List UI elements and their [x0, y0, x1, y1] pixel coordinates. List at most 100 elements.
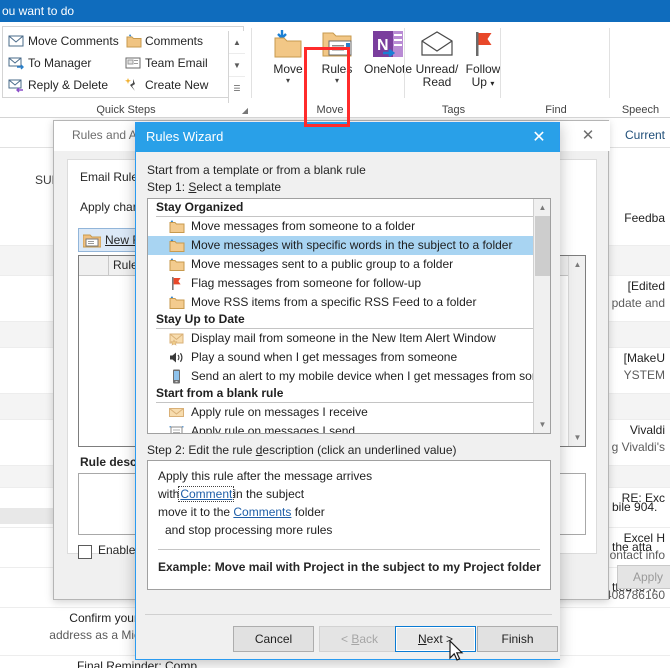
- ribbon-group-quick-steps: Move Comments Comments To Manager Team E…: [0, 22, 252, 118]
- tell-me-text: ou want to do: [2, 4, 75, 18]
- rules-list-scrollbar[interactable]: ▲ ▼: [568, 256, 585, 446]
- quick-step-create-new[interactable]: Create New: [123, 73, 208, 97]
- subject-word-value[interactable]: Comment: [178, 486, 235, 502]
- cancel-button[interactable]: Cancel: [233, 626, 314, 652]
- template-list-item[interactable]: Apply rule on messages I send: [148, 422, 550, 434]
- template-label: Move messages with specific words in the…: [191, 238, 513, 252]
- template-list-item[interactable]: Apply rule on messages I receive: [148, 403, 550, 422]
- line3-prefix: move it to the: [158, 505, 234, 519]
- scrollbar-thumb[interactable]: [535, 216, 550, 276]
- wizard-titlebar[interactable]: Rules Wizard ✕: [136, 123, 559, 152]
- quick-step-label: To Manager: [28, 56, 92, 70]
- step1-prefix: Step 1:: [147, 180, 189, 194]
- apply-button[interactable]: Apply: [617, 565, 670, 589]
- step1-label: Step 1: Select a template: [147, 180, 281, 194]
- description-line-1: Apply this rule after the message arrive…: [158, 469, 373, 483]
- divider: [145, 614, 552, 615]
- move-folder-icon: [168, 238, 185, 253]
- scroll-down-icon[interactable]: ▼: [569, 429, 586, 446]
- template-label: Apply rule on messages I receive: [191, 405, 368, 419]
- template-label: Move messages from someone to a folder: [191, 219, 416, 233]
- template-list-item[interactable]: Move messages sent to a public group to …: [148, 255, 550, 274]
- template-label: Display mail from someone in the New Ite…: [191, 331, 496, 345]
- finish-button[interactable]: Finish: [477, 626, 558, 652]
- move-folder-icon: [168, 219, 185, 234]
- more-icon[interactable]: ☰: [229, 77, 245, 100]
- description-line-3: move it to the Comments folder: [158, 505, 325, 519]
- description-line-4: and stop processing more rules: [165, 523, 333, 537]
- ribbon-group-move: Move ▾ Rules ▾ N OneNote Move: [255, 22, 412, 118]
- back-button: < Back: [319, 626, 400, 652]
- move-comments-icon: [8, 33, 25, 49]
- scroll-down-icon[interactable]: ▼: [229, 54, 245, 77]
- quick-step-comments[interactable]: Comments: [123, 29, 203, 53]
- template-list-scrollbar[interactable]: ▲ ▼: [533, 199, 550, 433]
- dialog-launcher-icon[interactable]: ◢: [242, 106, 248, 115]
- folder-comments-icon: [125, 33, 142, 49]
- template-list-item[interactable]: Display mail from someone in the New Ite…: [148, 329, 550, 348]
- template-list-item[interactable]: Move messages with specific words in the…: [148, 236, 550, 255]
- template-list-item[interactable]: Send an alert to my mobile device when I…: [148, 367, 550, 386]
- current-view-label: Current: [625, 128, 666, 142]
- line3-suffix: folder: [291, 505, 325, 519]
- scroll-up-icon[interactable]: ▲: [229, 31, 245, 54]
- group-label-find: Find: [545, 104, 567, 116]
- step2-rest: escription (click an underlined value): [262, 443, 457, 457]
- step2-prefix: Step 2: Edit the rule: [147, 443, 256, 457]
- description-example: Example: Move mail with Project in the s…: [158, 560, 541, 574]
- move-folder-icon: [168, 295, 185, 310]
- enable-label: Enable: [98, 543, 136, 557]
- quick-step-reply-delete[interactable]: Reply & Delete: [6, 73, 108, 97]
- scroll-up-icon[interactable]: ▲: [569, 256, 586, 273]
- checkbox-box[interactable]: [78, 545, 92, 559]
- wizard-title: Rules Wizard: [146, 129, 224, 144]
- quick-step-to-manager[interactable]: To Manager: [6, 51, 91, 75]
- group-label-quick-steps: Quick Steps: [96, 104, 156, 116]
- close-icon[interactable]: ✕: [572, 125, 604, 147]
- template-listbox[interactable]: Stay Organized Move messages from someone…: [147, 198, 551, 434]
- mouse-cursor: [449, 640, 464, 661]
- mobile-device-icon: [168, 369, 185, 384]
- line2-suffix: in the subject: [233, 487, 305, 501]
- rules-wizard-dialog: Rules Wizard ✕ Start from a template or …: [135, 122, 560, 660]
- template-list-item[interactable]: Move RSS items from a specific RSS Feed …: [148, 293, 550, 312]
- quick-step-label: Create New: [145, 78, 209, 92]
- close-icon[interactable]: ✕: [519, 123, 559, 152]
- template-label: Apply rule on messages I send: [191, 424, 356, 434]
- step2-label: Step 2: Edit the rule description (click…: [147, 443, 457, 457]
- quick-step-label: Team Email: [145, 56, 208, 70]
- wizard-body: Start from a template or from a blank ru…: [137, 152, 560, 659]
- template-label: Send an alert to my mobile device when I…: [191, 369, 551, 383]
- group-label-speech: Speech: [621, 104, 660, 116]
- quick-step-label: Move Comments: [28, 34, 119, 48]
- template-list-item[interactable]: Move messages from someone to a folder: [148, 217, 550, 236]
- target-folder-value[interactable]: Comments: [233, 505, 291, 519]
- rule-description-label: Rule descr: [80, 455, 142, 469]
- template-label: Flag messages from someone for follow-up: [191, 276, 422, 290]
- mail-fragment: bile 904.: [612, 500, 658, 514]
- template-group-header: Start from a blank rule: [148, 386, 550, 403]
- quick-steps-gallery[interactable]: Move Comments Comments To Manager Team E…: [2, 26, 245, 103]
- quick-steps-scroll[interactable]: ▲ ▼ ☰: [228, 31, 245, 103]
- template-label: Move RSS items from a specific RSS Feed …: [191, 295, 477, 309]
- chevron-down-icon[interactable]: ▾: [490, 79, 494, 88]
- back-rest: ack: [359, 632, 379, 646]
- template-label: Move messages sent to a public group to …: [191, 257, 454, 271]
- scroll-up-icon[interactable]: ▲: [534, 199, 550, 216]
- scroll-down-icon[interactable]: ▼: [534, 416, 550, 433]
- rule-description-editor[interactable]: Apply this rule after the message arrive…: [147, 460, 551, 590]
- quick-step-move-comments[interactable]: Move Comments: [6, 29, 119, 53]
- sent-message-icon: [168, 424, 185, 433]
- template-list-item[interactable]: Flag messages from someone for follow-up: [148, 274, 550, 293]
- checkbox-column-header: [79, 256, 109, 275]
- template-list-item[interactable]: Play a sound when I get messages from so…: [148, 348, 550, 367]
- wizard-instruction: Start from a template or from a blank ru…: [147, 163, 366, 177]
- tell-me-search-bar[interactable]: ou want to do: [0, 0, 670, 22]
- new-rule-icon: [82, 233, 102, 248]
- svg-text:N: N: [377, 37, 389, 54]
- quick-step-team-email[interactable]: Team Email: [123, 51, 208, 75]
- divider: [158, 549, 540, 550]
- description-line-2: withCommentin the subject: [158, 486, 305, 502]
- mail-fragment: the atta: [612, 540, 653, 554]
- create-new-icon: [125, 77, 142, 93]
